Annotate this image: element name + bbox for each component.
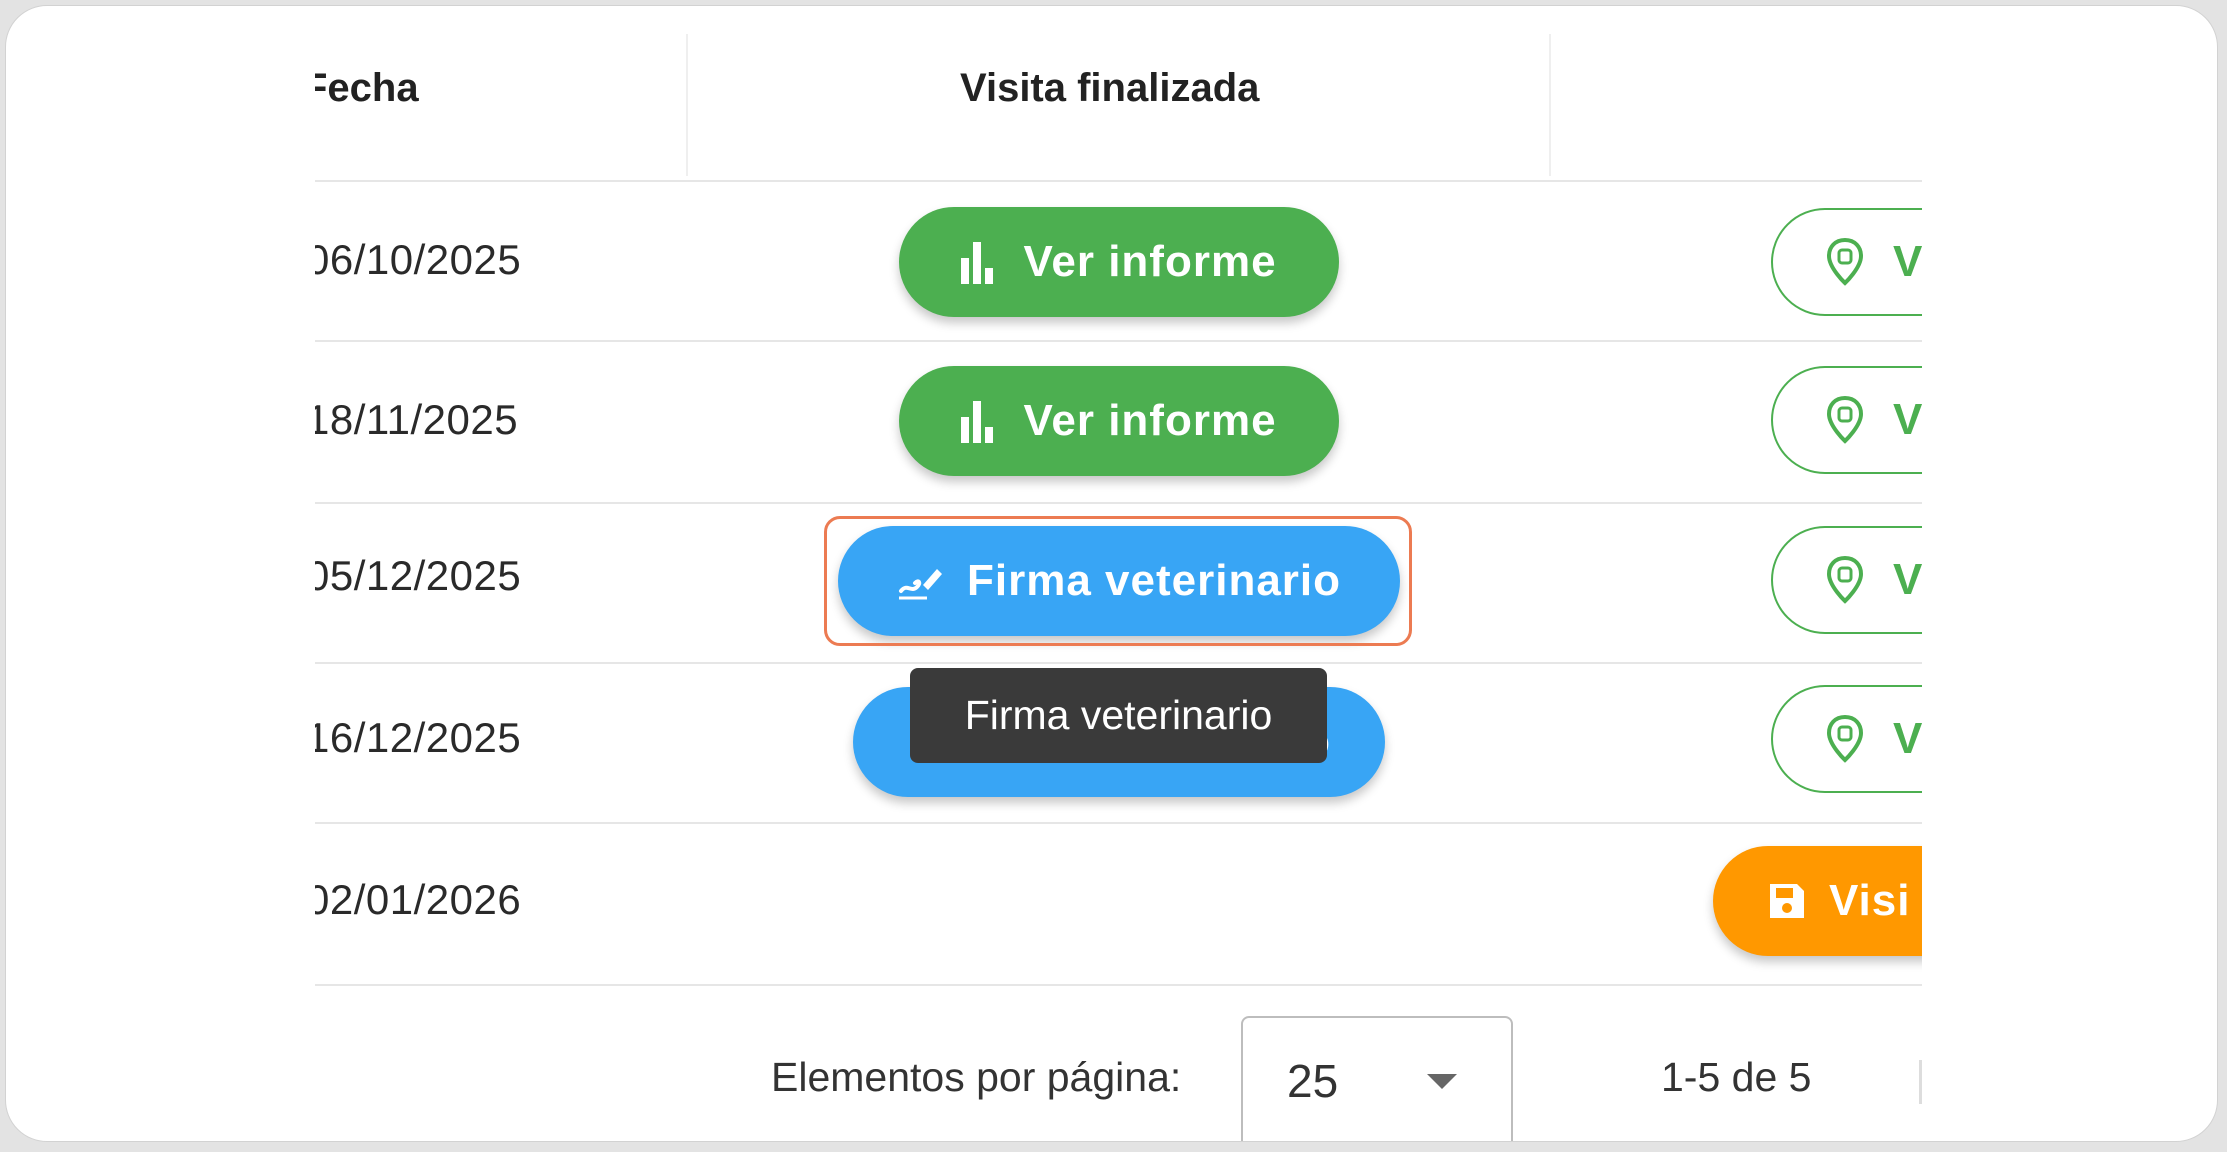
map-pin-icon [1826,714,1864,763]
bar-chart-icon [961,401,994,443]
map-pin-icon [1826,555,1864,604]
row-date: 02/01/2026 [315,876,522,923]
row-date: 05/12/2025 [315,552,522,599]
ver-informe-button[interactable]: Ver informe [899,207,1339,317]
header-fecha[interactable]: Fecha [315,66,419,111]
page-size-value: 25 [1287,1055,1339,1107]
table-row: 18/11/2025 Ver informe V [315,342,1922,504]
row-date: 06/10/2025 [315,236,522,283]
location-button-label: V [1893,395,1922,444]
items-per-page-label: Elementos por página: [771,1054,1182,1100]
table-row: 02/01/2026 Visi [315,822,1922,986]
visits-table: Fecha Visita finalizada 06/10/2025 Ver i… [315,6,1922,1131]
row-date: 18/11/2025 [315,396,519,443]
page-size-select[interactable]: 25 [1241,1016,1513,1141]
visit-save-button[interactable]: Visi [1713,846,1922,956]
row-date: 16/12/2025 [315,714,522,761]
ver-informe-label: Ver informe [1023,237,1277,286]
location-button[interactable]: V [1771,685,1922,793]
column-divider [1549,34,1551,176]
focus-highlight [824,516,1412,646]
paginator: Elementos por página: 25 1-5 de 5 [6,982,2217,1141]
save-icon [1770,884,1804,918]
location-button-label: V [1893,237,1922,286]
visit-save-label: Visi [1829,876,1911,925]
bar-chart-icon [961,242,994,284]
chevron-down-icon [1427,1074,1457,1089]
location-button-label: V [1893,555,1922,604]
table-row: 06/10/2025 Ver informe V [315,180,1922,342]
location-button[interactable]: V [1771,526,1922,634]
column-divider [686,34,688,176]
location-button[interactable]: V [1771,366,1922,474]
table-header-row: Fecha Visita finalizada [315,6,1922,182]
app-window: Fecha Visita finalizada 06/10/2025 Ver i… [5,5,2218,1142]
location-button[interactable]: V [1771,208,1922,316]
tooltip: Firma veterinario [910,668,1327,763]
ver-informe-button[interactable]: Ver informe [899,366,1339,476]
location-button-label: V [1893,714,1922,763]
header-visita-finalizada[interactable]: Visita finalizada [960,66,1259,111]
map-pin-icon [1826,237,1864,286]
tooltip-text: Firma veterinario [964,692,1273,738]
ver-informe-label: Ver informe [1023,396,1277,445]
range-label: 1-5 de 5 [1661,1054,1812,1100]
map-pin-icon [1826,395,1864,444]
paginator-divider [1919,1060,1922,1104]
